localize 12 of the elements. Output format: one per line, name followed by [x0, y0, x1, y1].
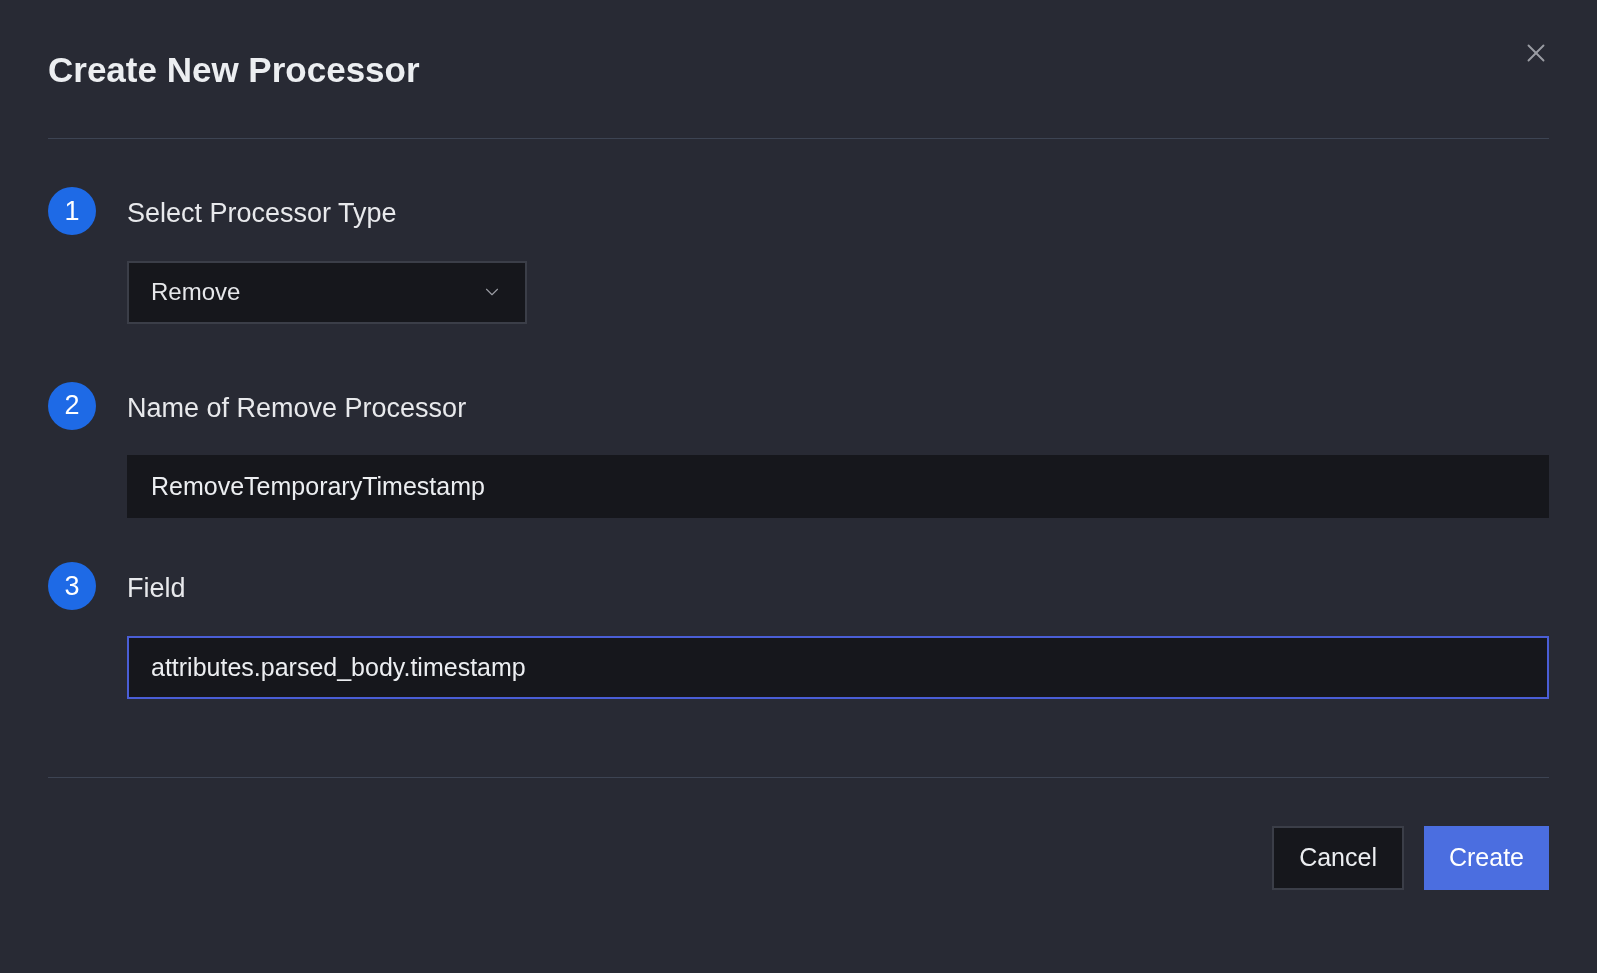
input-field[interactable]: attributes.parsed_body.timestamp [127, 635, 1549, 699]
step-label: Select Processor Type [127, 197, 398, 230]
create-button[interactable]: Create [1423, 826, 1549, 890]
dialog-title: Create New Processor [48, 49, 420, 91]
step-number: 1 [48, 187, 96, 235]
step-number: 3 [48, 562, 96, 610]
processor-type-select[interactable]: Remove [127, 260, 527, 324]
step-number: 2 [48, 381, 96, 430]
step-label: Name of Remove Processor [127, 391, 468, 425]
cancel-button[interactable]: Cancel [1272, 826, 1404, 890]
step-label: Field [127, 572, 187, 605]
input-field[interactable]: RemoveTemporaryTimestamp [127, 455, 1549, 518]
